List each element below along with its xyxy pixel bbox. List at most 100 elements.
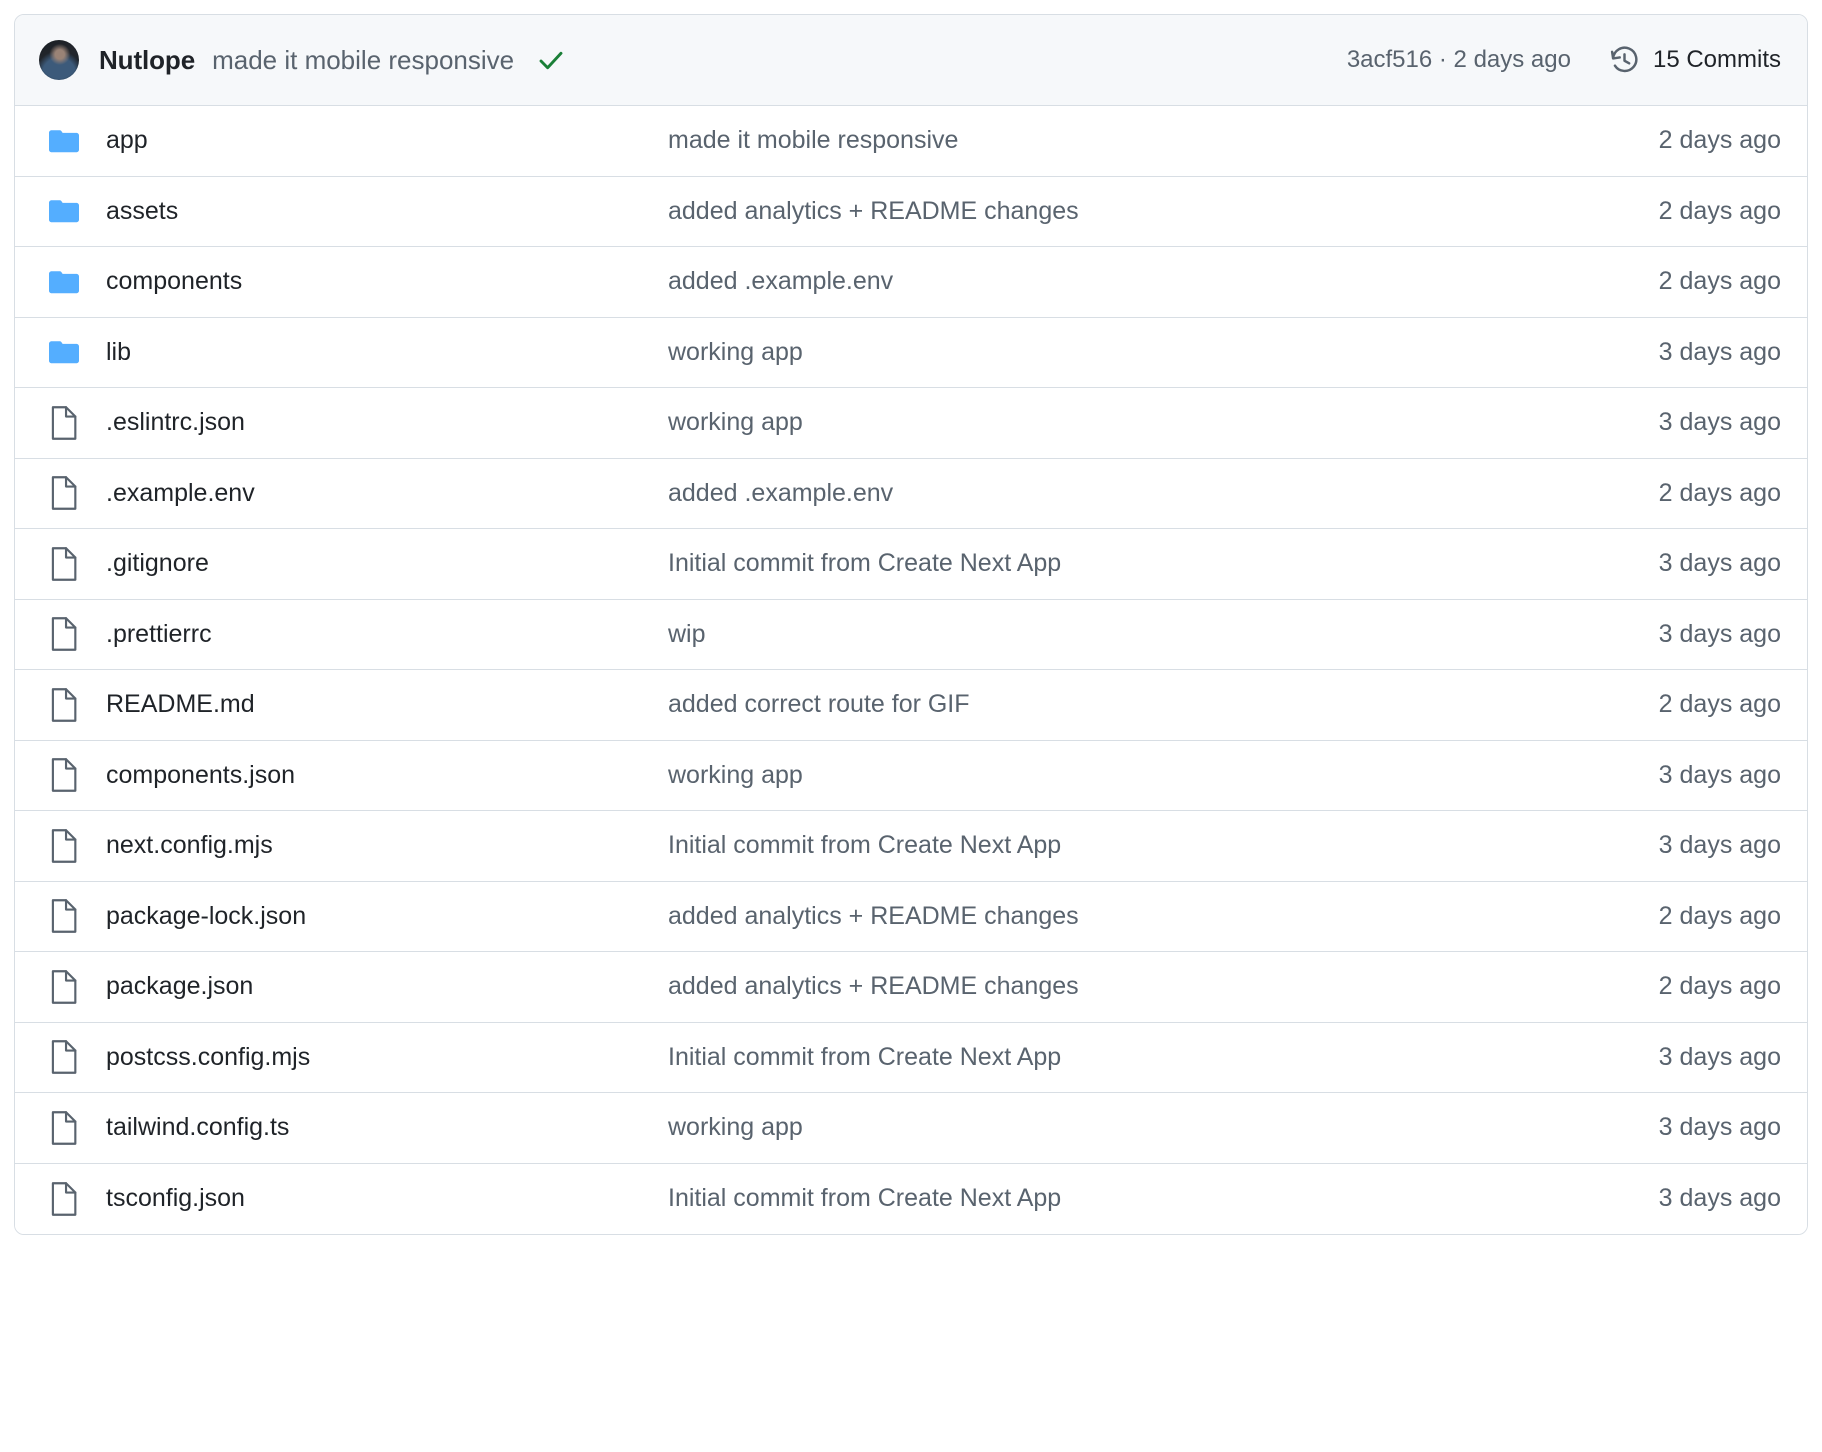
file-commit-time: 2 days ago (1551, 126, 1781, 155)
table-row[interactable]: components.json working app3 days ago (15, 741, 1807, 812)
file-name-link[interactable]: .eslintrc.json (106, 408, 245, 437)
file-name-link[interactable]: tailwind.config.ts (106, 1113, 289, 1142)
file-commit-time: 3 days ago (1551, 408, 1781, 437)
table-row[interactable]: tailwind.config.ts working app3 days ago (15, 1093, 1807, 1164)
file-commit-time: 2 days ago (1551, 197, 1781, 226)
file-commit-message[interactable]: Initial commit from Create Next App (668, 549, 1551, 578)
latest-commit-message-link[interactable]: made it mobile responsive (212, 45, 514, 76)
file-commit-message[interactable]: added .example.env (668, 267, 1551, 296)
file-name-cell: components (39, 267, 668, 296)
file-commit-time: 2 days ago (1551, 902, 1781, 931)
file-commit-time: 3 days ago (1551, 831, 1781, 860)
folder-icon (48, 198, 80, 224)
table-row[interactable]: components added .example.env2 days ago (15, 247, 1807, 318)
file-name-cell: README.md (39, 688, 668, 722)
file-icon (48, 617, 80, 651)
file-name-cell: tsconfig.json (39, 1182, 668, 1216)
file-name-link[interactable]: next.config.mjs (106, 831, 273, 860)
file-commit-message[interactable]: working app (668, 1113, 1551, 1142)
file-icon (48, 547, 80, 581)
file-icon (48, 758, 80, 792)
table-row[interactable]: .eslintrc.json working app3 days ago (15, 388, 1807, 459)
file-icon (48, 1040, 80, 1074)
folder-icon (48, 269, 80, 295)
file-name-link[interactable]: package-lock.json (106, 902, 306, 931)
commit-history-link[interactable]: 15 Commits (1609, 45, 1781, 76)
file-icon (48, 688, 80, 722)
file-name-link[interactable]: package.json (106, 972, 253, 1001)
file-commit-time: 3 days ago (1551, 549, 1781, 578)
file-commit-message[interactable]: working app (668, 338, 1551, 367)
file-table: Nutlope made it mobile responsive 3acf51… (14, 14, 1808, 1235)
file-commit-message[interactable]: added .example.env (668, 479, 1551, 508)
file-name-cell: .prettierrc (39, 617, 668, 651)
table-row[interactable]: next.config.mjs Initial commit from Creat… (15, 811, 1807, 882)
file-name-cell: lib (39, 338, 668, 367)
file-commit-time: 3 days ago (1551, 338, 1781, 367)
file-icon (48, 1182, 80, 1216)
file-name-cell: .eslintrc.json (39, 406, 668, 440)
file-name-link[interactable]: lib (106, 338, 131, 367)
table-row[interactable]: lib working app3 days ago (15, 318, 1807, 389)
file-commit-time: 3 days ago (1551, 761, 1781, 790)
file-commit-message[interactable]: added analytics + README changes (668, 972, 1551, 1001)
table-row[interactable]: .example.envadded .example.env2 days ago (15, 459, 1807, 530)
table-row[interactable]: package.json added analytics + README cha… (15, 952, 1807, 1023)
file-commit-time: 3 days ago (1551, 1043, 1781, 1072)
file-commit-message[interactable]: working app (668, 761, 1551, 790)
file-name-cell: assets (39, 197, 668, 226)
file-name-link[interactable]: .gitignore (106, 549, 209, 578)
file-commit-message[interactable]: made it mobile responsive (668, 126, 1551, 155)
file-commit-message[interactable]: added analytics + README changes (668, 902, 1551, 931)
file-name-cell: .example.env (39, 476, 668, 510)
file-commit-time: 2 days ago (1551, 267, 1781, 296)
repository-file-browser: Nutlope made it mobile responsive 3acf51… (0, 0, 1822, 1452)
folder-icon (48, 128, 80, 154)
file-commit-time: 3 days ago (1551, 1184, 1781, 1213)
file-commit-message[interactable]: wip (668, 620, 1551, 649)
file-name-cell: tailwind.config.ts (39, 1111, 668, 1145)
history-icon (1609, 45, 1640, 76)
commit-author-link[interactable]: Nutlope (99, 45, 195, 76)
file-commit-message[interactable]: added analytics + README changes (668, 197, 1551, 226)
latest-commit-header: Nutlope made it mobile responsive 3acf51… (15, 15, 1807, 106)
file-name-link[interactable]: components (106, 267, 242, 296)
file-name-link[interactable]: .prettierrc (106, 620, 212, 649)
file-name-link[interactable]: components.json (106, 761, 295, 790)
file-icon (48, 406, 80, 440)
file-commit-message[interactable]: added correct route for GIF (668, 690, 1551, 719)
file-name-cell: package-lock.json (39, 899, 668, 933)
file-name-link[interactable]: postcss.config.mjs (106, 1043, 310, 1072)
file-name-link[interactable]: assets (106, 197, 178, 226)
table-row[interactable]: README.mdadded correct route for GIF2 da… (15, 670, 1807, 741)
file-name-link[interactable]: README.md (106, 690, 255, 719)
file-icon (48, 899, 80, 933)
file-commit-time: 3 days ago (1551, 1113, 1781, 1142)
file-commit-message[interactable]: Initial commit from Create Next App (668, 1043, 1551, 1072)
file-commit-message[interactable]: Initial commit from Create Next App (668, 1184, 1551, 1213)
table-row[interactable]: .prettierrc wip3 days ago (15, 600, 1807, 671)
table-row[interactable]: app made it mobile responsive2 days ago (15, 106, 1807, 177)
file-name-cell: .gitignore (39, 547, 668, 581)
file-name-link[interactable]: tsconfig.json (106, 1184, 245, 1213)
table-row[interactable]: postcss.config.mjs Initial commit from Cr… (15, 1023, 1807, 1094)
file-name-link[interactable]: .example.env (106, 479, 255, 508)
file-name-cell: package.json (39, 970, 668, 1004)
table-row[interactable]: tsconfig.json Initial commit from Create … (15, 1164, 1807, 1235)
file-name-cell: next.config.mjs (39, 829, 668, 863)
folder-icon (48, 339, 80, 365)
table-row[interactable]: package-lock.json added analytics + READM… (15, 882, 1807, 953)
file-commit-time: 3 days ago (1551, 620, 1781, 649)
file-icon (48, 970, 80, 1004)
table-row[interactable]: assets added analytics + README changes2 … (15, 177, 1807, 248)
file-icon (48, 1111, 80, 1145)
file-name-cell: components.json (39, 758, 668, 792)
file-commit-message[interactable]: working app (668, 408, 1551, 437)
commit-hash-and-time[interactable]: 3acf516 · 2 days ago (1347, 46, 1571, 74)
file-icon (48, 829, 80, 863)
file-name-cell: app (39, 126, 668, 155)
table-row[interactable]: .gitignore Initial commit from Create Nex… (15, 529, 1807, 600)
file-name-link[interactable]: app (106, 126, 148, 155)
avatar[interactable] (39, 40, 79, 80)
file-commit-message[interactable]: Initial commit from Create Next App (668, 831, 1551, 860)
